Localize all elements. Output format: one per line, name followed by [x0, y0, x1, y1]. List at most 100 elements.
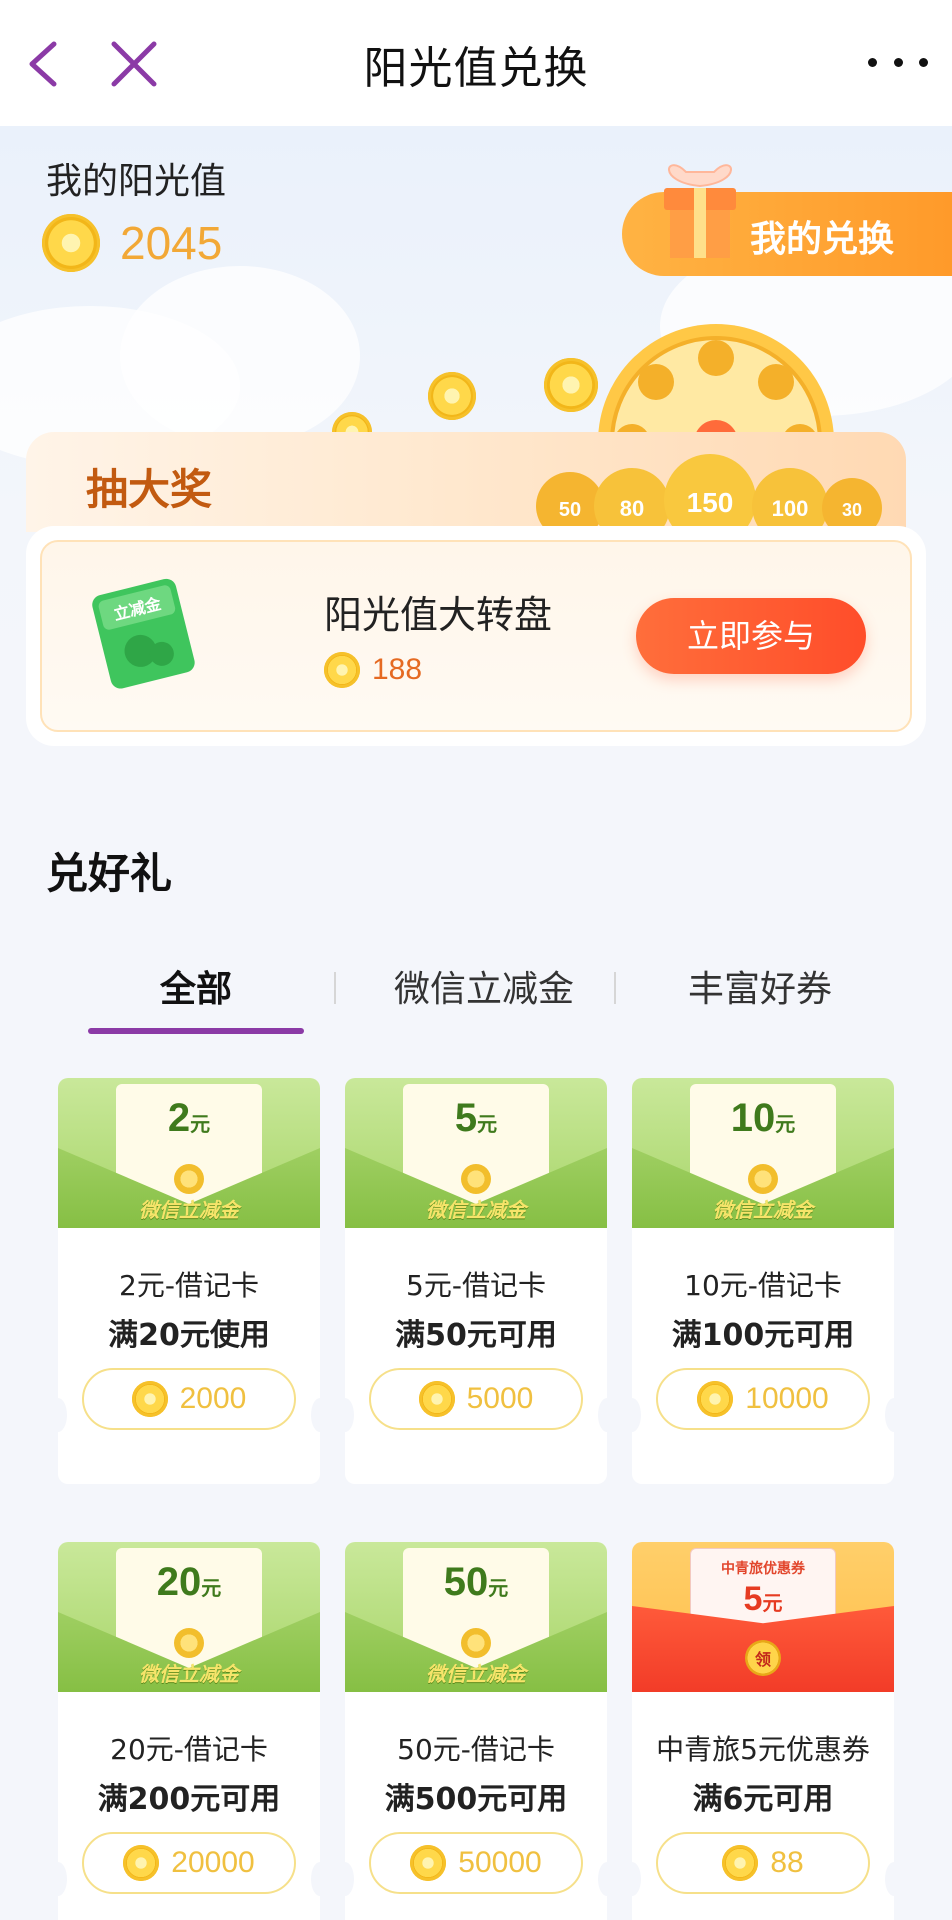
gift-name: 20元-借记卡	[110, 1733, 268, 1766]
envelope-seal-icon	[174, 1628, 204, 1658]
card-notch	[598, 1862, 607, 1896]
gift-condition: 满50元可用	[395, 1318, 557, 1353]
card-notch	[885, 1862, 894, 1896]
gift-price: 10000	[745, 1382, 829, 1415]
card-header: 2元 微信立减金	[58, 1078, 320, 1228]
my-exchange-label: 我的兑换	[750, 219, 895, 260]
flying-coin-icon	[428, 372, 476, 420]
tab-wechat-voucher[interactable]: 微信立减金	[364, 960, 604, 1020]
gift-amount: 5元	[454, 1096, 498, 1140]
tab-coupons[interactable]: 丰富好券	[640, 960, 880, 1020]
sun-coin-icon	[410, 1845, 447, 1881]
envelope-seal-icon	[461, 1628, 491, 1658]
gift-tag: 微信立减金	[713, 1198, 813, 1222]
gift-name: 中青旅5元优惠券	[656, 1733, 870, 1766]
coin-pile-illustration: 50 80 150 100 30	[536, 454, 882, 536]
sun-coin-icon	[131, 1381, 168, 1417]
gift-tag: 微信立减金	[426, 1662, 526, 1686]
flying-coin-icon	[544, 358, 598, 412]
gift-price-button[interactable]: 88	[656, 1832, 870, 1894]
join-now-button[interactable]: 立即参与	[636, 598, 866, 674]
card-notch	[598, 1398, 607, 1432]
tab-all[interactable]: 全部	[88, 960, 304, 1020]
sun-coin-icon	[697, 1381, 734, 1417]
wheel-number: 150	[687, 487, 734, 518]
lottery-card: 立减金 阳光值大转盘 188 立即参与	[26, 526, 926, 746]
gift-card[interactable]: 2元 微信立减金 2元-借记卡 满20元使用 2000	[58, 1078, 320, 1484]
card-header: 10元 微信立减金	[632, 1078, 894, 1228]
gift-condition: 满200元可用	[97, 1782, 281, 1817]
sun-coin-icon	[418, 1381, 455, 1417]
gift-tag: 微信立减金	[139, 1198, 239, 1222]
gift-condition: 满100元可用	[671, 1318, 855, 1353]
gift-price: 5000	[466, 1382, 534, 1415]
wheel-number: 100	[772, 496, 809, 521]
wechat-voucher-icon: 立减金	[92, 578, 195, 689]
card-notch	[58, 1862, 67, 1896]
gift-tag: 微信立减金	[139, 1662, 239, 1686]
card-notch	[311, 1862, 320, 1896]
gift-card[interactable]: 10元 微信立减金 10元-借记卡 满100元可用 10000	[632, 1078, 894, 1484]
card-header: 20元 微信立减金	[58, 1542, 320, 1692]
gift-condition: 满20元使用	[108, 1318, 270, 1353]
gift-card[interactable]: 50元 微信立减金 50元-借记卡 满500元可用 50000	[345, 1542, 607, 1920]
wheel-number: 50	[559, 499, 581, 521]
gift-tag: 微信立减金	[426, 1198, 526, 1222]
tab-divider	[614, 972, 616, 1004]
card-notch	[345, 1398, 354, 1432]
my-sunshine-value: 2045	[120, 217, 223, 269]
gift-price-button[interactable]: 2000	[82, 1368, 296, 1430]
gifts-section-title: 兑好礼	[46, 849, 173, 898]
gift-price-button[interactable]: 10000	[656, 1368, 870, 1430]
my-sunshine-value-row: 2045	[42, 214, 222, 272]
gift-name: 2元-借记卡	[119, 1269, 259, 1302]
gift-condition: 满500元可用	[384, 1782, 568, 1817]
sun-coin-icon	[123, 1845, 160, 1881]
gift-price: 88	[770, 1846, 804, 1879]
my-sunshine-label: 我的阳光值	[46, 161, 227, 202]
wheel-number: 30	[842, 500, 862, 520]
lottery-card-inner: 立减金 阳光值大转盘 188 立即参与	[40, 540, 912, 732]
sun-coin-icon	[42, 214, 100, 272]
gift-price-button[interactable]: 5000	[369, 1368, 583, 1430]
gift-amount: 50元	[443, 1560, 509, 1604]
gift-card[interactable]: 5元 微信立减金 5元-借记卡 满50元可用 5000	[345, 1078, 607, 1484]
lottery-cost-row: 188	[324, 652, 422, 688]
seal-label: 领	[754, 1650, 771, 1669]
gift-box-icon	[664, 164, 736, 258]
tab-divider	[334, 972, 336, 1004]
sun-coin-icon	[324, 652, 360, 688]
gift-amount: 10元	[730, 1096, 796, 1140]
gift-price-button[interactable]: 50000	[369, 1832, 583, 1894]
lottery-name: 阳光值大转盘	[324, 593, 553, 637]
envelope-seal-icon	[461, 1164, 491, 1194]
card-header: 5元 微信立减金	[345, 1078, 607, 1228]
more-options-icon[interactable]	[868, 40, 928, 84]
card-notch	[632, 1398, 641, 1432]
gift-category-tabs: 全部 微信立减金 丰富好券	[0, 960, 952, 1034]
card-header: 中青旅优惠券 5元 领	[632, 1542, 894, 1692]
tab-active-indicator	[88, 1028, 304, 1034]
card-notch	[632, 1862, 641, 1896]
coupon-title: 中青旅优惠券	[721, 1561, 805, 1577]
top-nav-bar: 阳光值兑换	[0, 0, 952, 126]
gift-price: 50000	[458, 1846, 542, 1879]
sunshine-hero: 我的阳光值 2045 我的兑换 开始 抽大奖 50	[0, 126, 952, 766]
wheel-number: 80	[620, 496, 644, 521]
card-notch	[345, 1862, 354, 1896]
page-title: 阳光值兑换	[363, 43, 589, 94]
gift-amount: 20元	[156, 1560, 222, 1604]
gift-price: 20000	[171, 1846, 255, 1879]
gift-name: 10元-借记卡	[684, 1269, 842, 1302]
gift-price-button[interactable]: 20000	[82, 1832, 296, 1894]
gift-name: 5元-借记卡	[406, 1269, 546, 1302]
card-notch	[885, 1398, 894, 1432]
card-header: 50元 微信立减金	[345, 1542, 607, 1692]
lottery-cost: 188	[372, 653, 423, 686]
gift-card[interactable]: 20元 微信立减金 20元-借记卡 满200元可用 20000	[58, 1542, 320, 1920]
lottery-tab-label: 抽大奖	[86, 465, 213, 514]
gift-amount: 2元	[167, 1096, 211, 1140]
gift-card[interactable]: 中青旅优惠券 5元 领 中青旅5元优惠券 满6元可用 88	[632, 1542, 894, 1920]
gift-price: 2000	[179, 1382, 247, 1415]
gift-condition: 满6元可用	[692, 1782, 834, 1817]
